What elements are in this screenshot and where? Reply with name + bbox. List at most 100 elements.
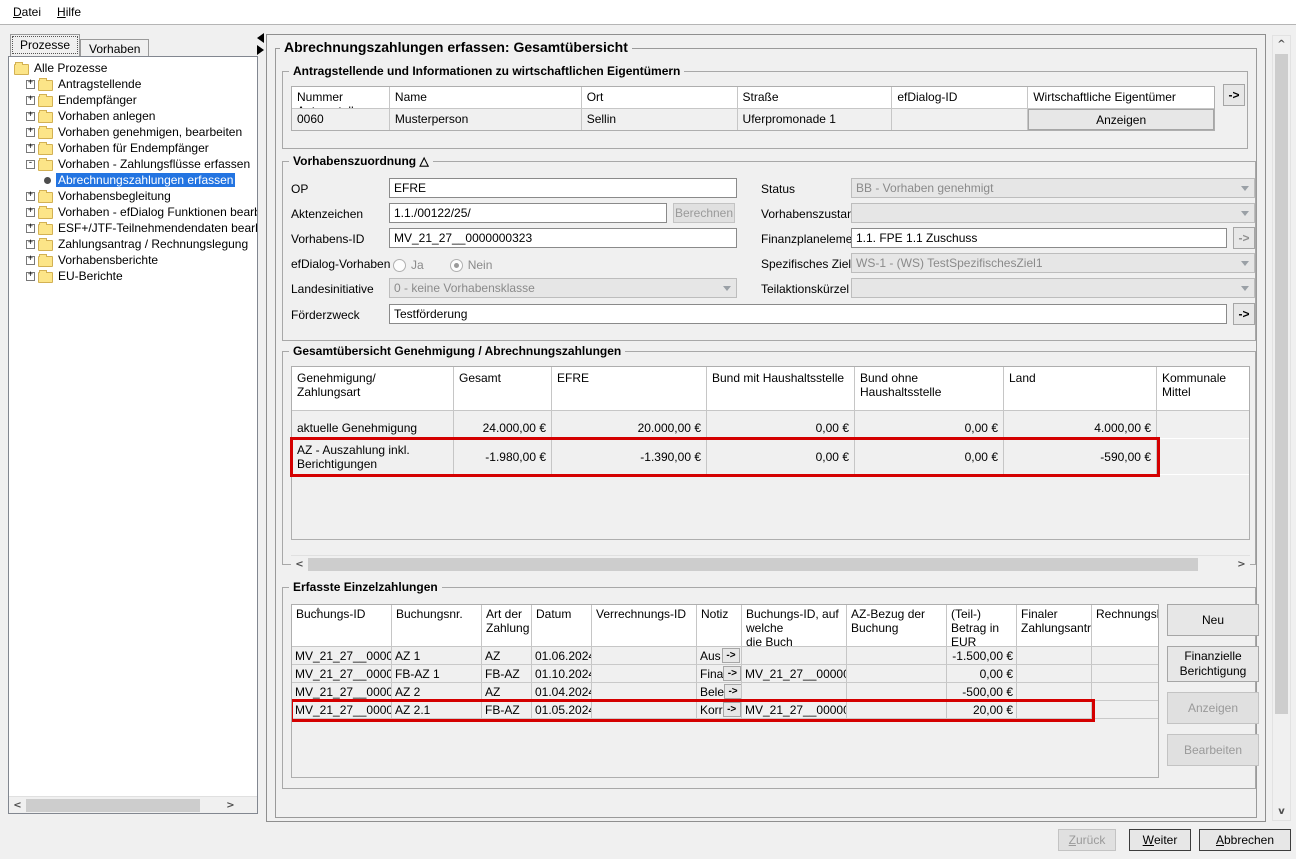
tree-item-vorhaben-endempfaenger[interactable]: Vorhaben für Endempfänger xyxy=(12,140,257,156)
expand-icon[interactable] xyxy=(26,272,35,281)
anzeigen-button[interactable]: Anzeigen xyxy=(1167,692,1259,724)
tree-item-endempfaenger[interactable]: Endempfänger xyxy=(12,92,257,108)
col-header-gesamt[interactable]: Gesamt xyxy=(454,367,552,411)
berechnen-button[interactable]: Berechnen xyxy=(673,203,735,223)
collapse-icon[interactable] xyxy=(26,160,35,169)
scroll-left-icon[interactable]: < xyxy=(291,556,308,573)
finanzielle-berichtigung-button[interactable]: Finanzielle Berichtigung xyxy=(1167,646,1259,682)
payment-row-az21[interactable]: MV_21_27__000000 AZ 2.1 FB-AZ 01.05.2024… xyxy=(292,701,1158,719)
abbrechen-button[interactable]: Abbrechen xyxy=(1199,829,1291,851)
expand-icon[interactable] xyxy=(26,192,35,201)
foerderzweck-input[interactable]: Testförderung xyxy=(389,304,1227,324)
collapse-left-icon[interactable] xyxy=(257,33,264,43)
expand-icon[interactable] xyxy=(26,208,35,217)
col-header-notiz[interactable]: Notiz xyxy=(697,605,742,647)
finanzplanelement-goto-button[interactable]: -> xyxy=(1233,227,1255,249)
spezifisches-ziel-select[interactable]: WS-1 - (WS) TestSpezifischesZiel1 xyxy=(851,253,1255,273)
col-header-buchungs-id-bezug[interactable]: Buchungs-ID, auf welche die Buch xyxy=(742,605,847,647)
scrollbar-thumb[interactable] xyxy=(308,558,1198,571)
tree-item-zahlungsantrag[interactable]: Zahlungsantrag / Rechnungslegung xyxy=(12,236,257,252)
tree-item-vorhaben-genehmigen[interactable]: Vorhaben genehmigen, bearbeiten xyxy=(12,124,257,140)
notiz-goto-button[interactable]: -> xyxy=(723,702,741,717)
radio-nein[interactable]: Nein xyxy=(450,258,493,272)
neu-button[interactable]: Neu xyxy=(1167,604,1259,636)
scrollbar-thumb[interactable] xyxy=(1275,54,1288,714)
col-header-finaler-zahlungsantrag[interactable]: Finaler Zahlungsantra xyxy=(1017,605,1092,647)
col-header-name[interactable]: Name xyxy=(390,87,582,109)
col-header-strasse[interactable]: Straße xyxy=(738,87,893,109)
scroll-right-icon[interactable]: > xyxy=(222,797,239,814)
col-header-efre[interactable]: EFRE xyxy=(552,367,707,411)
tree-item-abrechnungszahlungen[interactable]: Abrechnungszahlungen erfassen xyxy=(12,172,257,188)
weiter-button[interactable]: Weiter xyxy=(1129,829,1191,851)
tree-item-antragstellende[interactable]: Antragstellende xyxy=(12,76,257,92)
col-header-kommunal[interactable]: Kommunale Mittel xyxy=(1157,367,1249,411)
scroll-up-icon[interactable]: ^ xyxy=(1273,36,1290,53)
expand-icon[interactable] xyxy=(26,240,35,249)
col-header-az-bezug[interactable]: AZ-Bezug der Buchung xyxy=(847,605,947,647)
tab-vorhaben[interactable]: Vorhaben xyxy=(80,39,149,56)
col-header-datum[interactable]: Datum xyxy=(532,605,592,647)
col-header-land[interactable]: Land xyxy=(1004,367,1157,411)
tab-prozesse[interactable]: Prozesse xyxy=(10,34,80,56)
status-select[interactable]: BB - Vorhaben genehmigt xyxy=(851,178,1255,198)
expand-icon[interactable] xyxy=(26,80,35,89)
expand-right-icon[interactable] xyxy=(257,45,264,55)
main-vertical-scrollbar[interactable]: ^ v xyxy=(1272,35,1291,821)
col-header-nummer[interactable]: Nummer Antragstelle... xyxy=(292,87,390,109)
panel-splitter[interactable] xyxy=(257,33,266,55)
tree-item-vorhabensberichte[interactable]: Vorhabensberichte xyxy=(12,252,257,268)
expand-icon[interactable] xyxy=(26,144,35,153)
finanzplanelement-input[interactable]: 1.1. FPE 1.1 Zuschuss xyxy=(851,228,1227,248)
col-header-bund-mit[interactable]: Bund mit Haushaltsstelle xyxy=(707,367,855,411)
payment-row-az2[interactable]: MV_21_27__000000 AZ 2 AZ 01.04.2024 Bele… xyxy=(292,683,1158,701)
vorhabenszustand-select[interactable] xyxy=(851,203,1255,223)
tree-item-efdialog-funktionen[interactable]: Vorhaben - efDialog Funktionen bearbeite… xyxy=(12,204,257,220)
overview-row-genehmigung[interactable]: aktuelle Genehmigung 24.000,00 € 20.000,… xyxy=(292,411,1249,439)
applicant-goto-button[interactable]: -> xyxy=(1223,84,1245,106)
foerderzweck-goto-button[interactable]: -> xyxy=(1233,303,1255,325)
notiz-goto-button[interactable]: -> xyxy=(722,648,740,663)
expand-icon[interactable] xyxy=(26,96,35,105)
expand-icon[interactable] xyxy=(26,128,35,137)
tree-item-vorhaben-anlegen[interactable]: Vorhaben anlegen xyxy=(12,108,257,124)
scroll-down-icon[interactable]: v xyxy=(1273,803,1290,820)
landesinitiative-select[interactable]: 0 - keine Vorhabensklasse xyxy=(389,278,737,298)
col-header-art[interactable]: Art der Zahlung xyxy=(482,605,532,647)
overview-row-auszahlung[interactable]: AZ - Auszahlung inkl. Berichtigungen -1.… xyxy=(292,439,1249,475)
col-header-buchungs-id[interactable]: ^Buchungs-ID xyxy=(292,605,392,647)
op-input[interactable]: EFRE xyxy=(389,178,737,198)
col-header-verrechnungs-id[interactable]: Verrechnungs-ID xyxy=(592,605,697,647)
scrollbar-thumb[interactable] xyxy=(26,799,200,812)
tree-root[interactable]: Alle Prozesse xyxy=(12,60,257,76)
applicant-data-row[interactable]: 0060 Musterperson Sellin Uferpromonade 1… xyxy=(292,109,1214,130)
tree-horizontal-scrollbar[interactable]: < > xyxy=(9,796,257,813)
col-header-bund-ohne[interactable]: Bund ohne Haushaltsstelle xyxy=(855,367,1004,411)
tree-item-eu-berichte[interactable]: EU-Berichte xyxy=(12,268,257,284)
expand-icon[interactable] xyxy=(26,256,35,265)
tree-item-zahlungsfluesse[interactable]: Vorhaben - Zahlungsflüsse erfassen xyxy=(12,156,257,172)
menu-datei[interactable]: Datei xyxy=(6,2,48,22)
menu-hilfe[interactable]: Hilfe xyxy=(50,2,88,22)
tree-item-esf-jtf[interactable]: ESF+/JTF-Teilnehmendendaten bearbeiten xyxy=(12,220,257,236)
col-header-buchungsnr[interactable]: Buchungsnr. xyxy=(392,605,482,647)
tree-item-vorhabensbegleitung[interactable]: Vorhabensbegleitung xyxy=(12,188,257,204)
notiz-goto-button[interactable]: -> xyxy=(724,684,742,699)
expand-icon[interactable] xyxy=(26,112,35,121)
col-header-efdialog-id[interactable]: efDialog-ID xyxy=(892,87,1028,109)
col-header-rechnungslegung[interactable]: Rechnungsleg xyxy=(1092,605,1158,647)
scroll-left-icon[interactable]: < xyxy=(9,797,26,814)
payment-row-az1[interactable]: MV_21_27__000000 AZ 1 AZ 01.06.2024 Aus-… xyxy=(292,647,1158,665)
aktenzeichen-input[interactable]: 1.1./00122/25/ xyxy=(389,203,667,223)
overview-horizontal-scrollbar[interactable]: < > xyxy=(291,555,1250,572)
payment-row-fbaz1[interactable]: MV_21_27__000000 FB-AZ 1 FB-AZ 01.10.202… xyxy=(292,665,1158,683)
notiz-goto-button[interactable]: -> xyxy=(723,666,741,681)
vorhabens-id-input[interactable]: MV_21_27__0000000323 xyxy=(389,228,737,248)
radio-ja[interactable]: Ja xyxy=(393,258,424,272)
teilaktionskuerzel-select[interactable] xyxy=(851,278,1255,298)
anzeigen-eigentuemer-button[interactable]: Anzeigen xyxy=(1028,109,1214,130)
zurueck-button[interactable]: Zurück xyxy=(1058,829,1116,851)
col-header-ort[interactable]: Ort xyxy=(582,87,738,109)
scroll-right-icon[interactable]: > xyxy=(1233,556,1250,573)
bearbeiten-button[interactable]: Bearbeiten xyxy=(1167,734,1259,766)
